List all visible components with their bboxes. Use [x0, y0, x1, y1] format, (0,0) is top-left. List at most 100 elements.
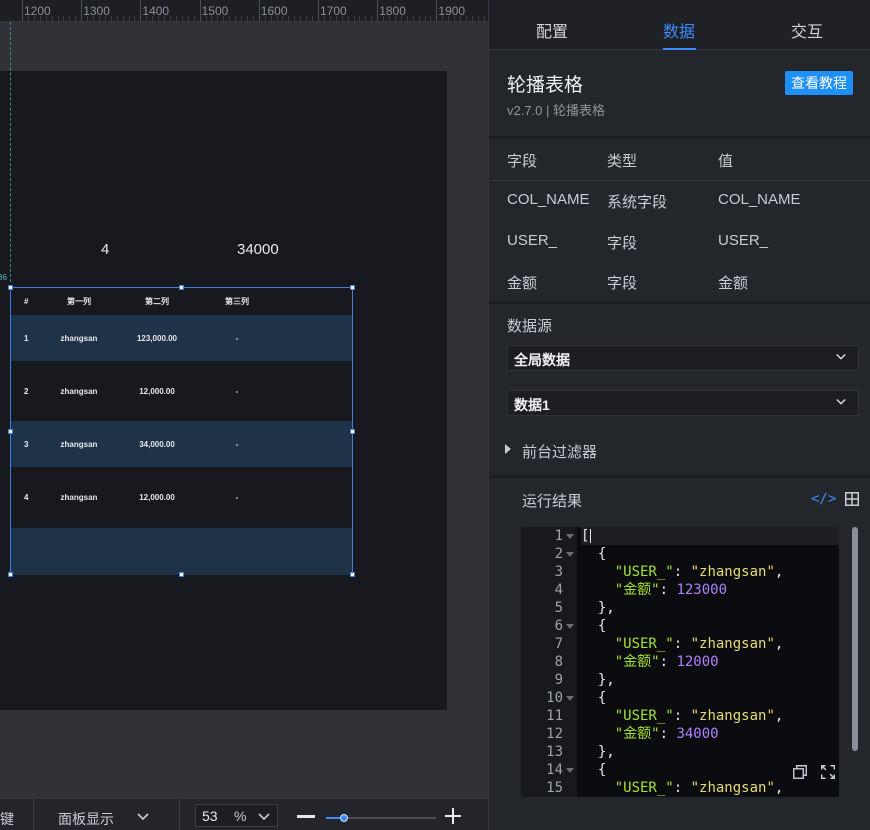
code-icon[interactable]: </> — [811, 491, 836, 507]
tab-interaction[interactable]: 交互 — [791, 18, 823, 42]
editor-scrollbar[interactable] — [852, 527, 858, 751]
carousel-table-widget[interactable]: # 第一列 第二列 第三列 1 zhangsan 123,000.00 - 2 zhang… — [10, 287, 353, 575]
fold-arrow-icon[interactable] — [566, 696, 574, 701]
ruler-minor-tick — [483, 16, 485, 21]
ruler-minor-tick — [418, 16, 420, 21]
active-tab-indicator — [663, 48, 696, 50]
dataset-select[interactable]: 数据1 — [507, 390, 859, 416]
grid-icon[interactable] — [845, 492, 859, 506]
section-divider — [489, 301, 870, 304]
ruler-minor-tick — [412, 16, 414, 21]
fold-arrow-icon[interactable] — [566, 768, 574, 773]
zoom-select[interactable]: 53 % — [195, 804, 278, 827]
table-cell: zhangsan — [60, 333, 98, 343]
resize-handle[interactable] — [8, 572, 13, 577]
zoom-value[interactable]: 53 — [202, 808, 218, 824]
datasource-select[interactable]: 全局数据 — [507, 345, 859, 371]
ruler-minor-tick — [122, 16, 124, 21]
chevron-down-icon[interactable] — [137, 813, 149, 821]
fold-arrow-icon[interactable] — [566, 534, 574, 539]
ruler-tick — [81, 0, 83, 21]
copy-icon[interactable] — [793, 765, 807, 779]
zoom-slider-knob[interactable] — [339, 814, 348, 822]
line-number: 10 — [546, 690, 563, 706]
line-number: 1 — [554, 528, 563, 544]
ruler-tick — [318, 0, 319, 21]
app-root: 1200 1300 1400 1500 1600 1700 1800 1900 4 34000… — [0, 0, 870, 830]
ruler-minor-tick — [323, 16, 325, 21]
ruler-minor-tick — [276, 16, 278, 21]
resize-handle[interactable] — [350, 572, 355, 577]
code-line: "金额": 34000 — [614, 726, 719, 742]
code-line: "USER_": "zhangsan", — [614, 636, 784, 652]
ruler-minor-tick — [264, 16, 266, 21]
code-line: "金额": 123000 — [614, 582, 728, 598]
line-number: 2 — [554, 546, 563, 562]
ruler-minor-tick — [241, 16, 243, 21]
component-version: v2.7.0 | 轮播表格 — [507, 103, 606, 118]
ruler-minor-tick — [211, 16, 213, 21]
ruler-tick — [377, 0, 379, 21]
table-cell: zhangsan — [60, 439, 98, 449]
shortcut-key-label[interactable]: 键 — [0, 809, 14, 829]
resize-handle[interactable] — [179, 572, 184, 577]
table-cell: - — [235, 386, 239, 396]
field-header-divider — [489, 180, 870, 181]
code-line: }, — [581, 744, 615, 760]
ruler-minor-tick — [229, 16, 231, 21]
plus-icon[interactable] — [445, 808, 461, 824]
code-line: "USER_": "zhangsan", — [614, 708, 784, 724]
field-name: USER_ — [507, 232, 558, 249]
minus-icon[interactable] — [297, 815, 315, 818]
line-number: 8 — [554, 654, 563, 670]
ruler-minor-tick — [359, 16, 361, 21]
view-tutorial-button[interactable]: 查看教程 — [785, 71, 853, 95]
ruler-tick — [436, 0, 438, 21]
field-value[interactable]: 金额 — [718, 272, 748, 293]
table-header-cell: 第一列 — [67, 297, 91, 306]
ruler-minor-tick — [57, 16, 59, 21]
line-number: 11 — [546, 708, 563, 724]
line-number: 6 — [554, 618, 563, 634]
fullscreen-icon[interactable] — [821, 765, 835, 779]
ruler-minor-tick — [104, 16, 106, 21]
table-header-cell: # — [24, 297, 29, 306]
field-value[interactable]: COL_NAME — [718, 191, 801, 208]
ruler-minor-tick — [347, 16, 349, 21]
ruler-minor-tick — [448, 16, 450, 21]
ruler-minor-tick — [134, 16, 136, 21]
fold-arrow-icon[interactable] — [566, 624, 574, 629]
toolbar-divider — [179, 799, 180, 830]
chevron-down-icon[interactable] — [258, 813, 270, 821]
stat-count[interactable]: 4 — [101, 241, 109, 258]
field-value[interactable]: USER_ — [718, 232, 768, 249]
resize-handle[interactable] — [179, 285, 184, 290]
ruler-minor-tick — [116, 16, 118, 21]
ruler-minor-tick — [158, 16, 160, 21]
ruler-minor-tick — [93, 16, 95, 21]
field-header: 类型 — [607, 153, 638, 170]
resize-handle[interactable] — [350, 285, 355, 290]
ruler-minor-tick — [312, 16, 314, 21]
zoom-slider[interactable] — [326, 814, 436, 822]
ruler-minor-tick — [371, 16, 373, 21]
tab-config[interactable]: 配置 — [536, 18, 568, 42]
field-name: 金额 — [507, 275, 538, 292]
ruler-minor-tick — [353, 16, 355, 21]
result-code-editor[interactable]: 1 2 3 4 5 6 7 8 9 10 11 12 13 14 15[ { "USER_": "zhang… — [521, 527, 839, 797]
ruler-minor-tick — [270, 16, 272, 21]
frontend-filter-toggle[interactable]: 前台过滤器 — [522, 441, 597, 462]
caret-right-icon[interactable] — [505, 444, 511, 454]
ruler-minor-tick — [146, 16, 148, 21]
resize-handle[interactable] — [350, 429, 355, 434]
table-empty-row — [11, 528, 352, 575]
resize-handle[interactable] — [8, 429, 13, 434]
stat-amount[interactable]: 34000 — [237, 241, 279, 258]
panel-display-dropdown[interactable]: 面板显示 — [58, 809, 114, 829]
fold-arrow-icon[interactable] — [566, 552, 574, 557]
ruler-minor-tick — [51, 16, 53, 21]
tab-data[interactable]: 数据 — [663, 18, 695, 42]
table-cell: - — [235, 333, 239, 343]
ruler-minor-tick — [294, 16, 296, 21]
resize-handle[interactable] — [8, 285, 13, 290]
